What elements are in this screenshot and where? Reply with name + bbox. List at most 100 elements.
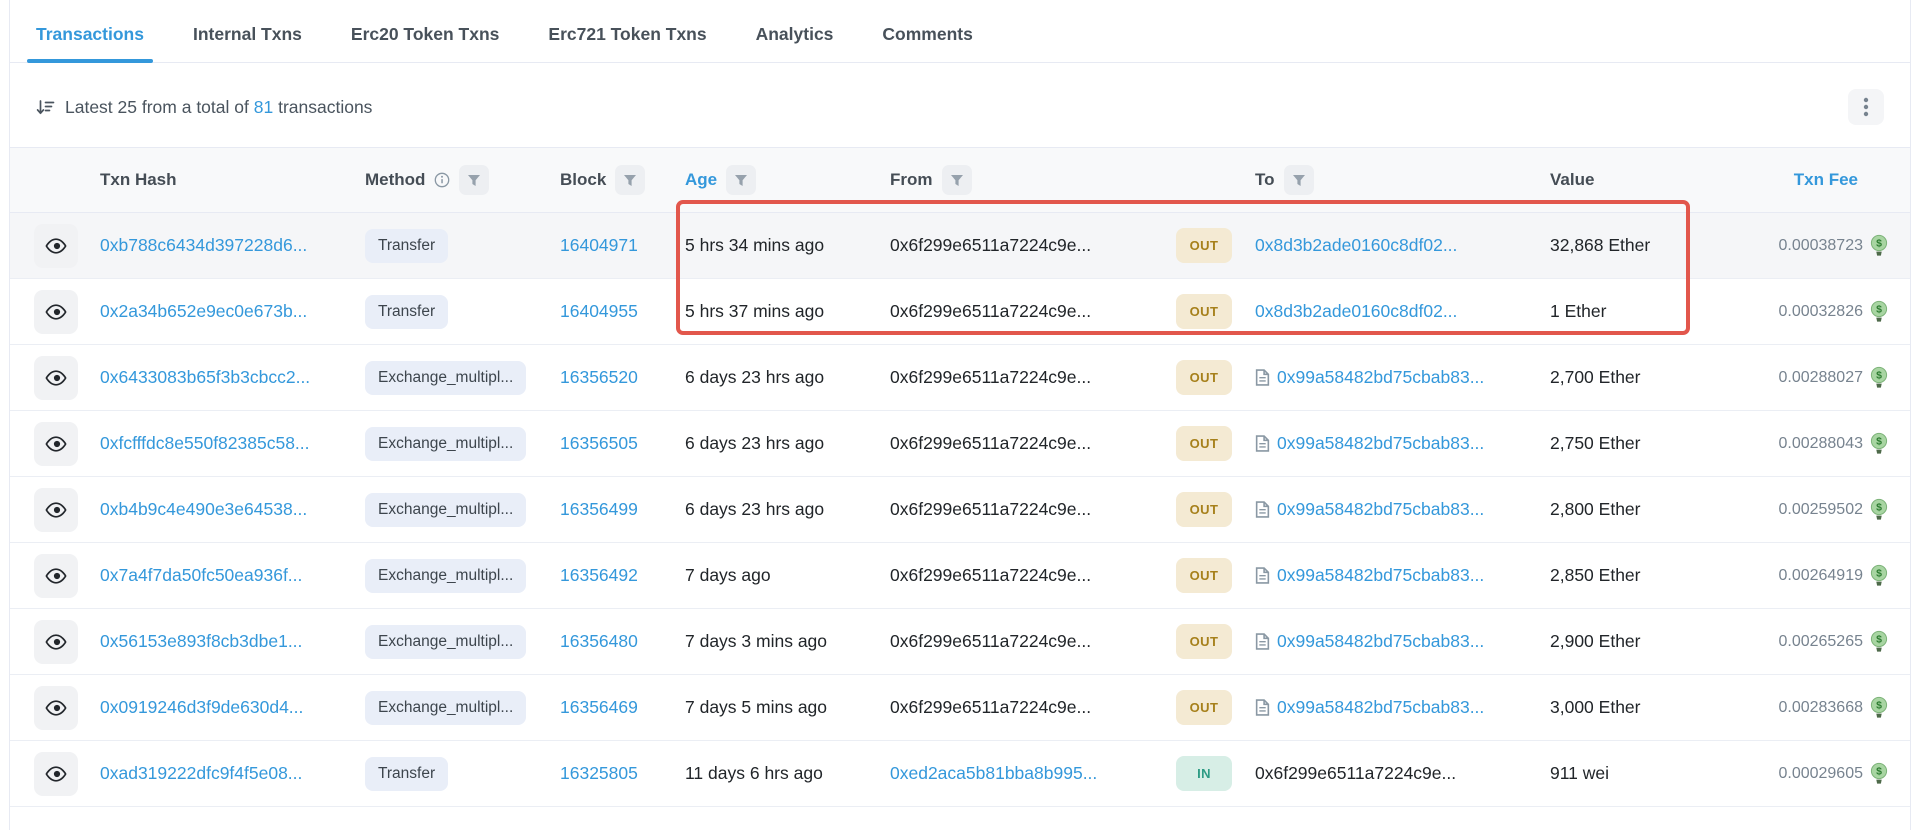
to-address-link[interactable]: 0x99a58482bd75cbab83...: [1277, 433, 1484, 454]
direction-badge: OUT: [1176, 228, 1232, 263]
txn-fee-text: 0.00038723: [1778, 237, 1863, 255]
block-link[interactable]: 16356499: [560, 499, 638, 520]
to-filter-button[interactable]: [1284, 165, 1314, 195]
value-text: 32,868 Ether: [1550, 235, 1650, 256]
to-address-link[interactable]: 0x99a58482bd75cbab83...: [1277, 367, 1484, 388]
eye-button[interactable]: [34, 422, 78, 466]
age-filter-button[interactable]: [726, 165, 756, 195]
filter-funnel-icon: [950, 174, 964, 187]
to-address-link[interactable]: 0x99a58482bd75cbab83...: [1277, 697, 1484, 718]
gas-lightbulb-dollar-icon: [1870, 234, 1888, 257]
eye-button[interactable]: [34, 620, 78, 664]
to-address-link[interactable]: 0x99a58482bd75cbab83...: [1277, 631, 1484, 652]
eye-button[interactable]: [34, 488, 78, 532]
txn-hash-link[interactable]: 0x0919246d3f9de630d4...: [100, 697, 303, 718]
sort-amount-down-icon: [36, 100, 55, 115]
age-text: 6 days 23 hrs ago: [685, 367, 824, 388]
eye-button[interactable]: [34, 356, 78, 400]
tab-internal-txns[interactable]: Internal Txns: [193, 20, 302, 62]
eye-button[interactable]: [34, 290, 78, 334]
table-row: 0xb788c6434d397228d6... Transfer 1640497…: [10, 213, 1910, 279]
direction-badge: OUT: [1176, 624, 1232, 659]
toolbar: Latest 25 from a total of 81 transaction…: [10, 63, 1910, 147]
block-link[interactable]: 16356469: [560, 697, 638, 718]
header-block: Block: [560, 170, 606, 190]
txn-hash-link[interactable]: 0xb788c6434d397228d6...: [100, 235, 307, 256]
gas-lightbulb-dollar-icon: [1870, 432, 1888, 455]
eye-button[interactable]: [34, 752, 78, 796]
eye-icon: [45, 763, 67, 785]
age-text: 7 days 3 mins ago: [685, 631, 827, 652]
value-text: 2,800 Ether: [1550, 499, 1640, 520]
block-link[interactable]: 16404971: [560, 235, 638, 256]
header-value: Value: [1550, 170, 1594, 190]
from-address-link[interactable]: 0xed2aca5b81bba8b995...: [890, 763, 1097, 784]
txn-hash-link[interactable]: 0x56153e893f8cb3dbe1...: [100, 631, 302, 652]
from-address: 0x6f299e6511a7224c9e...: [890, 235, 1091, 256]
method-filter-button[interactable]: [459, 165, 489, 195]
eye-icon: [45, 235, 67, 257]
txn-hash-link[interactable]: 0xfcfffdc8e550f82385c58...: [100, 433, 310, 454]
to-address-link[interactable]: 0x99a58482bd75cbab83...: [1277, 565, 1484, 586]
eye-icon: [45, 631, 67, 653]
block-link[interactable]: 16356492: [560, 565, 638, 586]
age-text: 7 days ago: [685, 565, 771, 586]
block-link[interactable]: 16404955: [560, 301, 638, 322]
txn-fee-text: 0.00288027: [1778, 369, 1863, 387]
tab-erc20-token-txns[interactable]: Erc20 Token Txns: [351, 20, 500, 62]
block-link[interactable]: 16356480: [560, 631, 638, 652]
filter-funnel-icon: [467, 174, 481, 187]
age-text: 7 days 5 mins ago: [685, 697, 827, 718]
header-txn-fee[interactable]: Txn Fee: [1794, 170, 1858, 190]
txn-hash-link[interactable]: 0x7a4f7da50fc50ea936f...: [100, 565, 302, 586]
total-transactions-link[interactable]: 81: [254, 97, 273, 117]
gas-lightbulb-dollar-icon: [1870, 300, 1888, 323]
from-address: 0x6f299e6511a7224c9e...: [890, 433, 1091, 454]
txn-fee-text: 0.00288043: [1778, 435, 1863, 453]
eye-icon: [45, 301, 67, 323]
transactions-card: Transactions Internal Txns Erc20 Token T…: [9, 0, 1911, 830]
direction-badge: OUT: [1176, 360, 1232, 395]
table-row: 0x0919246d3f9de630d4... Exchange_multipl…: [10, 675, 1910, 741]
to-address-link[interactable]: 0x99a58482bd75cbab83...: [1277, 499, 1484, 520]
txn-fee-text: 0.00264919: [1778, 567, 1863, 585]
tab-transactions[interactable]: Transactions: [36, 20, 144, 62]
from-filter-button[interactable]: [942, 165, 972, 195]
tab-erc721-token-txns[interactable]: Erc721 Token Txns: [548, 20, 706, 62]
txn-hash-link[interactable]: 0xad319222dfc9f4f5e08...: [100, 763, 302, 784]
age-text: 5 hrs 34 mins ago: [685, 235, 824, 256]
transactions-table: Txn Hash Method Block Age: [10, 147, 1910, 807]
txn-fee-text: 0.00265265: [1778, 633, 1863, 651]
info-circle-icon[interactable]: [434, 172, 450, 188]
contract-document-icon: [1255, 699, 1270, 716]
txn-hash-link[interactable]: 0x6433083b65f3b3cbcc2...: [100, 367, 310, 388]
value-text: 2,700 Ether: [1550, 367, 1640, 388]
txn-hash-link[interactable]: 0xb4b9c4e490e3e64538...: [100, 499, 307, 520]
eye-button[interactable]: [34, 554, 78, 598]
block-link[interactable]: 16325805: [560, 763, 638, 784]
method-badge: Transfer: [365, 229, 448, 263]
eye-button[interactable]: [34, 686, 78, 730]
block-link[interactable]: 16356520: [560, 367, 638, 388]
filter-funnel-icon: [1292, 174, 1306, 187]
header-to: To: [1255, 170, 1275, 190]
to-address-link[interactable]: 0x8d3b2ade0160c8df02...: [1255, 235, 1457, 256]
age-text: 6 days 23 hrs ago: [685, 499, 824, 520]
options-kebab-button[interactable]: [1848, 89, 1884, 125]
header-from: From: [890, 170, 933, 190]
table-row: 0x6433083b65f3b3cbcc2... Exchange_multip…: [10, 345, 1910, 411]
tab-analytics[interactable]: Analytics: [756, 20, 834, 62]
block-filter-button[interactable]: [615, 165, 645, 195]
eye-button[interactable]: [34, 224, 78, 268]
header-txn-hash: Txn Hash: [100, 170, 177, 190]
block-link[interactable]: 16356505: [560, 433, 638, 454]
tab-comments[interactable]: Comments: [882, 20, 972, 62]
direction-badge: IN: [1176, 756, 1232, 791]
to-address-link[interactable]: 0x8d3b2ade0160c8df02...: [1255, 301, 1457, 322]
method-badge: Exchange_multipl...: [365, 625, 526, 659]
table-row: 0x56153e893f8cb3dbe1... Exchange_multipl…: [10, 609, 1910, 675]
txn-hash-link[interactable]: 0x2a34b652e9ec0e673b...: [100, 301, 307, 322]
header-age[interactable]: Age: [685, 170, 717, 190]
method-badge: Transfer: [365, 757, 448, 791]
contract-document-icon: [1255, 633, 1270, 650]
